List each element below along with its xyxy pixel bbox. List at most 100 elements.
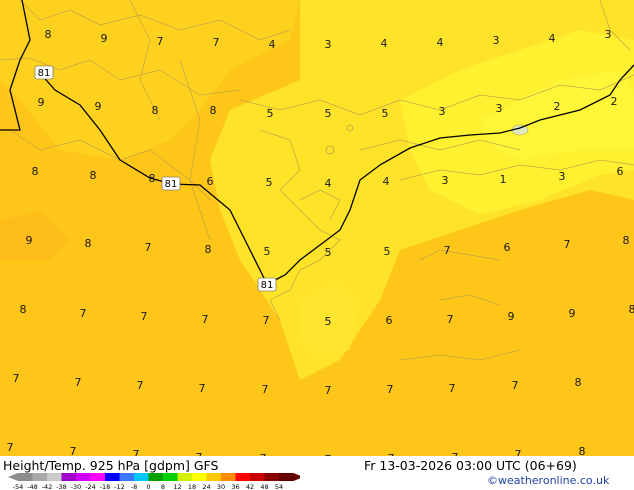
scale-label: -42 bbox=[42, 483, 53, 490]
scale-swatch bbox=[32, 473, 47, 481]
temperature-value: 6 bbox=[207, 175, 214, 188]
temperature-value: 8 bbox=[205, 243, 212, 256]
temperature-value: 3 bbox=[496, 102, 503, 115]
temperature-value: 7 bbox=[7, 441, 14, 454]
temperature-value: 7 bbox=[263, 314, 270, 327]
temperature-value: 6 bbox=[504, 241, 511, 254]
color-scale: -54 -48 -42 -38 -30 -24 -18 -12 -8 0 8 12 18 24 30 36 42… bbox=[8, 473, 300, 490]
contour-label-text: 81 bbox=[261, 280, 274, 291]
temperature-value: 7 bbox=[325, 384, 332, 397]
temperature-value: 3 bbox=[605, 28, 612, 41]
scale-labels: -54 -48 -42 -38 -30 -24 -18 -12 -8 0 8 12 18 24 30 36 42… bbox=[13, 483, 283, 490]
scale-label: -38 bbox=[56, 483, 67, 490]
temperature-value: 5 bbox=[382, 107, 389, 120]
scale-swatch bbox=[206, 473, 221, 481]
temperature-value: 8 bbox=[20, 303, 27, 316]
scale-label: 18 bbox=[188, 483, 196, 490]
scale-label: 12 bbox=[173, 483, 181, 490]
temperature-value: 7 bbox=[512, 379, 519, 392]
temperature-value: 7 bbox=[447, 313, 454, 326]
map-title: Height/Temp. 925 hPa [gdpm] GFS bbox=[3, 458, 219, 473]
temperature-value: 8 bbox=[45, 28, 52, 41]
temperature-value: 2 bbox=[554, 100, 561, 113]
scale-arrow-right bbox=[293, 473, 300, 481]
scale-label: -8 bbox=[131, 483, 137, 490]
scale-swatch bbox=[134, 473, 149, 481]
scale-arrow-left bbox=[8, 473, 18, 481]
temperature-value: 8 bbox=[210, 104, 217, 117]
temperature-value: 9 bbox=[38, 96, 45, 109]
temperature-value: 7 bbox=[449, 382, 456, 395]
temperature-value: 7 bbox=[13, 372, 20, 385]
scale-label: -30 bbox=[71, 483, 82, 490]
scale-label: 42 bbox=[246, 483, 254, 490]
temperature-value: 3 bbox=[442, 174, 449, 187]
temperature-value: 9 bbox=[569, 307, 576, 320]
temperature-value: 7 bbox=[141, 310, 148, 323]
scale-swatch bbox=[105, 473, 120, 481]
temperature-value: 3 bbox=[325, 38, 332, 51]
scale-label: -54 bbox=[13, 483, 24, 490]
temperature-value: 4 bbox=[437, 36, 444, 49]
contour-label: 81 bbox=[257, 277, 277, 292]
temperature-value: 7 bbox=[387, 383, 394, 396]
temperature-value: 7 bbox=[145, 241, 152, 254]
temperature-value: 5 bbox=[325, 107, 332, 120]
temperature-value: 8 bbox=[149, 172, 156, 185]
temperature-value: 8 bbox=[152, 104, 159, 117]
scale-swatch bbox=[192, 473, 207, 481]
temperature-value: 7 bbox=[202, 313, 209, 326]
scale-label: -24 bbox=[85, 483, 96, 490]
temperature-value: 4 bbox=[269, 38, 276, 51]
scale-swatch bbox=[18, 473, 33, 481]
temperature-value: 8 bbox=[575, 376, 582, 389]
temperature-value: 8 bbox=[623, 234, 630, 247]
temperature-value: 5 bbox=[384, 245, 391, 258]
temperature-value: 4 bbox=[381, 37, 388, 50]
temperature-value: 8 bbox=[629, 303, 634, 316]
temperature-value: 8 bbox=[579, 445, 586, 456]
temperature-value: 8 bbox=[32, 165, 39, 178]
scale-swatch bbox=[61, 473, 76, 481]
contour-label: 81 bbox=[34, 65, 54, 80]
contour-label-text: 81 bbox=[38, 68, 51, 79]
temperature-value: 7 bbox=[444, 244, 451, 257]
temperature-value: 3 bbox=[559, 170, 566, 183]
scale-label: 30 bbox=[217, 483, 225, 490]
temperature-value: 6 bbox=[617, 165, 624, 178]
scale-swatch bbox=[148, 473, 163, 481]
temperature-value: 7 bbox=[70, 445, 77, 456]
temperature-value: 5 bbox=[266, 176, 273, 189]
temperature-value: 5 bbox=[325, 315, 332, 328]
temperature-value: 7 bbox=[199, 382, 206, 395]
scale-label: 36 bbox=[231, 483, 239, 490]
temperature-value: 7 bbox=[80, 307, 87, 320]
temperature-value: 9 bbox=[508, 310, 515, 323]
temperature-value: 7 bbox=[564, 238, 571, 251]
scale-swatch bbox=[119, 473, 134, 481]
copyright-link[interactable]: ©weatheronline.co.uk bbox=[487, 474, 609, 487]
scale-swatch bbox=[264, 473, 279, 481]
temperature-value: 8 bbox=[90, 169, 97, 182]
temperature-value: 5 bbox=[325, 246, 332, 259]
scale-swatch bbox=[90, 473, 105, 481]
temperature-value: 7 bbox=[133, 448, 140, 456]
map-datetime: Fr 13-03-2026 03:00 UTC (06+69) bbox=[364, 458, 577, 473]
scale-swatch bbox=[47, 473, 62, 481]
temperature-value: 3 bbox=[439, 105, 446, 118]
temperature-value: 7 bbox=[213, 36, 220, 49]
scale-label: -48 bbox=[27, 483, 38, 490]
temperature-value: 3 bbox=[493, 34, 500, 47]
temperature-value: 1 bbox=[500, 173, 507, 186]
temperature-value: 9 bbox=[101, 32, 108, 45]
scale-label: 54 bbox=[275, 483, 283, 490]
temperature-value: 7 bbox=[515, 448, 522, 456]
temperature-value: 8 bbox=[85, 237, 92, 250]
temperature-value: 7 bbox=[262, 383, 269, 396]
scale-label: 0 bbox=[146, 483, 150, 490]
scale-label: -18 bbox=[100, 483, 111, 490]
contour-label: 81 bbox=[161, 176, 181, 191]
temperature-value: 5 bbox=[267, 107, 274, 120]
scale-label: -12 bbox=[114, 483, 125, 490]
temperature-value: 5 bbox=[264, 245, 271, 258]
